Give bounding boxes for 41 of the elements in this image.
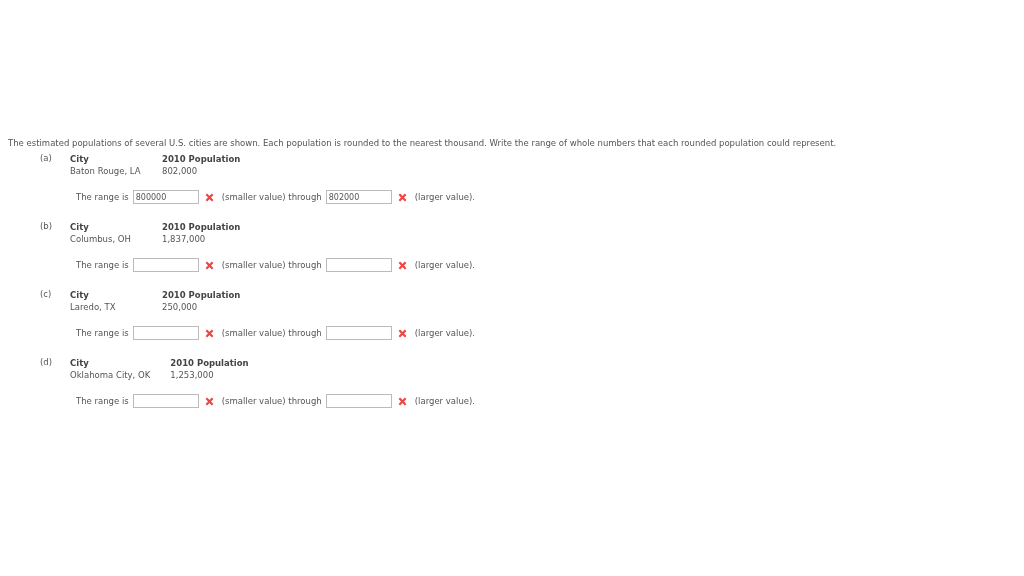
city-name: Laredo, TX xyxy=(70,301,117,313)
suffix-text: (larger value). xyxy=(414,328,476,338)
city-header: City xyxy=(70,221,90,233)
population-value: 250,000 xyxy=(162,301,199,313)
instructions-text: The estimated populations of several U.S. cities are shown. Each population is rounded to the nearest thousand. Write the range of whole numbers that each rounded population could represent. xyxy=(8,137,838,149)
larger-value-field[interactable]: 802000 xyxy=(325,190,392,204)
population-header: 2010 Population xyxy=(162,153,241,165)
suffix-text: (larger value). xyxy=(414,396,476,406)
smaller-value-field[interactable]: 800000 xyxy=(132,190,199,204)
range-prefix: The range is xyxy=(76,328,129,338)
smaller-value-field[interactable] xyxy=(132,326,199,340)
population-value: 1,837,000 xyxy=(162,233,207,245)
suffix-text: (larger value). xyxy=(414,192,476,202)
middle-text: (smaller value) through xyxy=(221,328,322,338)
suffix-text: (larger value). xyxy=(414,260,476,270)
part-label: (d) xyxy=(40,357,54,369)
part-label: (b) xyxy=(40,221,54,233)
population-header: 2010 Population xyxy=(162,221,241,233)
part-label: (a) xyxy=(40,153,53,165)
population-value: 802,000 xyxy=(162,165,199,177)
range-prefix: The range is xyxy=(76,192,129,202)
city-header: City xyxy=(70,153,90,165)
middle-text: (smaller value) through xyxy=(221,260,322,270)
population-value: 1,253,000 xyxy=(170,369,215,381)
smaller-value-field[interactable] xyxy=(132,258,199,272)
city-header: City xyxy=(70,357,90,369)
city-header: City xyxy=(70,289,90,301)
range-prefix: The range is xyxy=(76,396,129,406)
larger-value-field[interactable] xyxy=(325,326,392,340)
larger-value-field[interactable] xyxy=(325,394,392,408)
middle-text: (smaller value) through xyxy=(221,192,322,202)
part-label: (c) xyxy=(40,289,53,301)
smaller-value-field[interactable] xyxy=(132,394,199,408)
city-name: Columbus, OH xyxy=(70,233,132,245)
city-name: Oklahoma City, OK xyxy=(70,369,151,381)
middle-text: (smaller value) through xyxy=(221,396,322,406)
population-header: 2010 Population xyxy=(170,357,249,369)
larger-value-field[interactable] xyxy=(325,258,392,272)
population-header: 2010 Population xyxy=(162,289,241,301)
city-name: Baton Rouge, LA xyxy=(70,165,142,177)
range-prefix: The range is xyxy=(76,260,129,270)
